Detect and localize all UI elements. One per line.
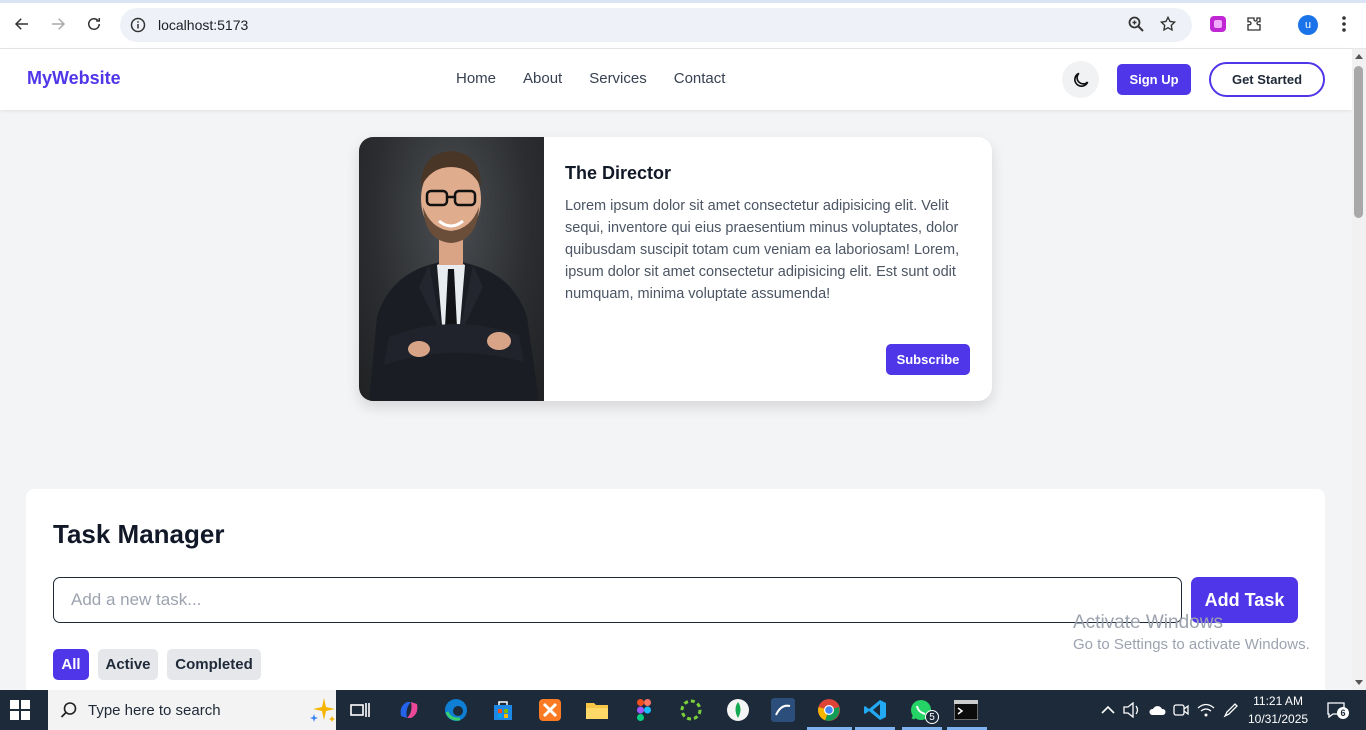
scroll-down-arrow-icon[interactable] bbox=[1355, 680, 1363, 685]
nav-link-services[interactable]: Services bbox=[589, 70, 647, 87]
loading-ring-app-icon[interactable] bbox=[679, 698, 703, 722]
windows-taskbar: Type here to search 5 11:21 AM 10/31/202… bbox=[0, 690, 1366, 730]
director-photo bbox=[359, 137, 544, 401]
task-manager-title: Task Manager bbox=[53, 519, 225, 549]
tab-strip-edge bbox=[0, 0, 1366, 3]
edge-browser-icon[interactable] bbox=[444, 698, 468, 722]
subscribe-button[interactable]: Subscribe bbox=[886, 344, 970, 375]
nav-link-home[interactable]: Home bbox=[456, 70, 496, 87]
theme-toggle-button[interactable] bbox=[1062, 61, 1099, 98]
get-started-button[interactable]: Get Started bbox=[1209, 62, 1325, 97]
filter-all-button[interactable]: All bbox=[53, 649, 89, 680]
mysql-workbench-icon[interactable] bbox=[771, 698, 795, 722]
address-bar[interactable]: localhost:5173 bbox=[120, 8, 1192, 42]
figma-icon[interactable] bbox=[632, 698, 656, 722]
whatsapp-badge: 5 bbox=[925, 710, 939, 724]
search-icon bbox=[60, 702, 77, 718]
activate-windows-watermark: Activate Windows Go to Settings to activ… bbox=[1073, 612, 1310, 653]
card-description: Lorem ipsum dolor sit amet consectetur a… bbox=[565, 198, 960, 302]
chrome-browser-icon[interactable] bbox=[817, 698, 841, 722]
card-title: The Director bbox=[565, 163, 672, 183]
meet-now-icon[interactable] bbox=[1172, 701, 1190, 719]
file-explorer-icon[interactable] bbox=[585, 698, 609, 722]
reload-button[interactable] bbox=[82, 12, 106, 36]
clock-date: 10/31/2025 bbox=[1248, 712, 1309, 726]
bookmark-star-icon[interactable] bbox=[1158, 14, 1178, 34]
watermark-subtitle: Go to Settings to activate Windows. bbox=[1073, 636, 1310, 653]
moon-icon bbox=[1073, 72, 1088, 87]
pen-input-icon[interactable] bbox=[1222, 701, 1240, 719]
notification-center-icon[interactable]: 6 bbox=[1325, 701, 1349, 719]
url-text: localhost:5173 bbox=[158, 17, 249, 33]
onedrive-cloud-icon[interactable] bbox=[1148, 701, 1166, 719]
forward-arrow-icon bbox=[52, 18, 66, 30]
site-info-icon[interactable] bbox=[130, 17, 146, 33]
copilot-sparkle-icon[interactable] bbox=[310, 696, 336, 724]
taskbar-search-box[interactable]: Type here to search bbox=[48, 690, 336, 730]
scrollbar-thumb[interactable] bbox=[1354, 66, 1363, 218]
browser-profile-avatar[interactable]: u bbox=[1298, 15, 1318, 35]
xampp-icon[interactable] bbox=[538, 698, 562, 722]
site-header: MyWebsite Home About Services Contact Si… bbox=[0, 49, 1352, 110]
terminal-icon[interactable] bbox=[954, 698, 978, 722]
profile-initial: u bbox=[1304, 19, 1312, 31]
taskbar-search-placeholder: Type here to search bbox=[88, 701, 221, 719]
back-button[interactable] bbox=[10, 12, 34, 36]
sign-up-button[interactable]: Sign Up bbox=[1117, 64, 1191, 95]
browser-toolbar: localhost:5173 u bbox=[0, 0, 1366, 49]
microsoft-store-icon[interactable] bbox=[491, 698, 515, 722]
vscode-icon[interactable] bbox=[863, 698, 887, 722]
extensions-puzzle-icon[interactable] bbox=[1244, 14, 1264, 34]
director-profile-card: The Director Lorem ipsum dolor sit amet … bbox=[359, 137, 992, 401]
clock-time: 11:21 AM bbox=[1253, 694, 1303, 708]
nav-link-contact[interactable]: Contact bbox=[674, 70, 726, 87]
windows-start-icon[interactable] bbox=[10, 700, 30, 720]
taskbar-clock[interactable]: 11:21 AM 10/31/2025 bbox=[1248, 692, 1308, 728]
browser-menu-icon[interactable] bbox=[1334, 14, 1354, 34]
volume-icon[interactable] bbox=[1123, 701, 1141, 719]
nav-link-about[interactable]: About bbox=[523, 70, 562, 87]
filter-active-button[interactable]: Active bbox=[98, 649, 158, 680]
copilot-app-icon[interactable] bbox=[397, 698, 421, 722]
new-task-input[interactable] bbox=[53, 577, 1182, 623]
filter-completed-button[interactable]: Completed bbox=[167, 649, 261, 680]
wifi-icon[interactable] bbox=[1197, 701, 1215, 719]
extension-app-icon[interactable] bbox=[1208, 14, 1228, 34]
page-scrollbar[interactable] bbox=[1352, 49, 1366, 690]
notification-count-badge: 6 bbox=[1337, 707, 1349, 719]
main-nav: Home About Services Contact bbox=[456, 70, 725, 87]
show-hidden-icons-chevron-icon[interactable] bbox=[1099, 701, 1117, 719]
reload-icon bbox=[88, 18, 100, 30]
mongodb-compass-icon[interactable] bbox=[726, 698, 750, 722]
whatsapp-icon[interactable]: 5 bbox=[909, 698, 939, 724]
site-logo[interactable]: MyWebsite bbox=[27, 68, 121, 89]
back-arrow-icon bbox=[14, 18, 28, 30]
zoom-icon[interactable] bbox=[1126, 14, 1146, 34]
scroll-up-arrow-icon[interactable] bbox=[1355, 54, 1363, 59]
task-view-icon[interactable] bbox=[348, 698, 372, 722]
watermark-title: Activate Windows bbox=[1073, 612, 1223, 633]
forward-button[interactable] bbox=[46, 12, 70, 36]
